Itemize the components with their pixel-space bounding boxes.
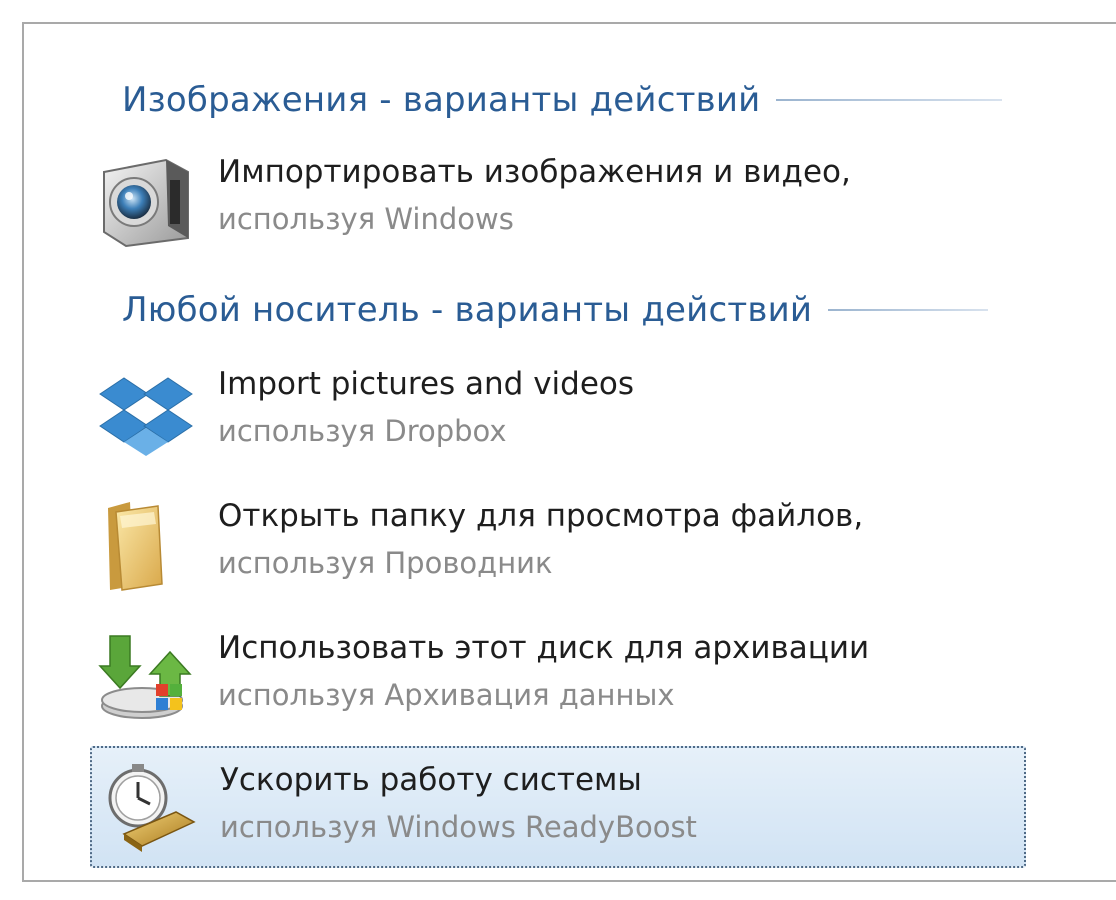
option-primary-text: Открыть папку для просмотра файлов, — [218, 498, 864, 534]
option-primary-text: Import pictures and videos — [218, 366, 635, 402]
option-import-dropbox[interactable]: Import pictures and videos используя Dro… — [90, 352, 1026, 474]
option-import-windows[interactable]: Импортировать изображения и видео, испол… — [90, 140, 1026, 262]
folder-icon — [96, 494, 196, 594]
option-secondary-text: используя Windows — [218, 202, 514, 236]
autoplay-window: Изображения - варианты действий Импортир… — [0, 0, 1116, 900]
group-header-title: Любой носитель - варианты действий — [122, 290, 813, 330]
group-header-divider — [776, 99, 1003, 101]
option-backup[interactable]: Использовать этот диск для архивации исп… — [90, 616, 1026, 738]
camera-icon — [96, 150, 196, 250]
group-header-images: Изображения - варианты действий — [122, 70, 1003, 130]
option-secondary-text: используя Архивация данных — [218, 678, 675, 712]
group-header-title: Изображения - варианты действий — [122, 80, 761, 120]
option-primary-text: Использовать этот диск для архивации — [218, 630, 870, 666]
backup-icon — [96, 626, 196, 726]
option-open-folder[interactable]: Открыть папку для просмотра файлов, испо… — [90, 484, 1026, 606]
dropbox-icon — [96, 362, 196, 462]
option-secondary-text: используя Проводник — [218, 546, 553, 580]
option-secondary-text: используя Windows ReadyBoost — [220, 810, 697, 844]
option-primary-text: Импортировать изображения и видео, — [218, 154, 851, 190]
option-primary-text: Ускорить работу системы — [220, 762, 642, 798]
option-readyboost[interactable]: Ускорить работу системы используя Window… — [90, 746, 1026, 868]
readyboost-icon — [98, 758, 198, 858]
group-header-divider — [828, 309, 989, 311]
option-secondary-text: используя Dropbox — [218, 414, 507, 448]
group-header-any-media: Любой носитель - варианты действий — [122, 280, 989, 340]
